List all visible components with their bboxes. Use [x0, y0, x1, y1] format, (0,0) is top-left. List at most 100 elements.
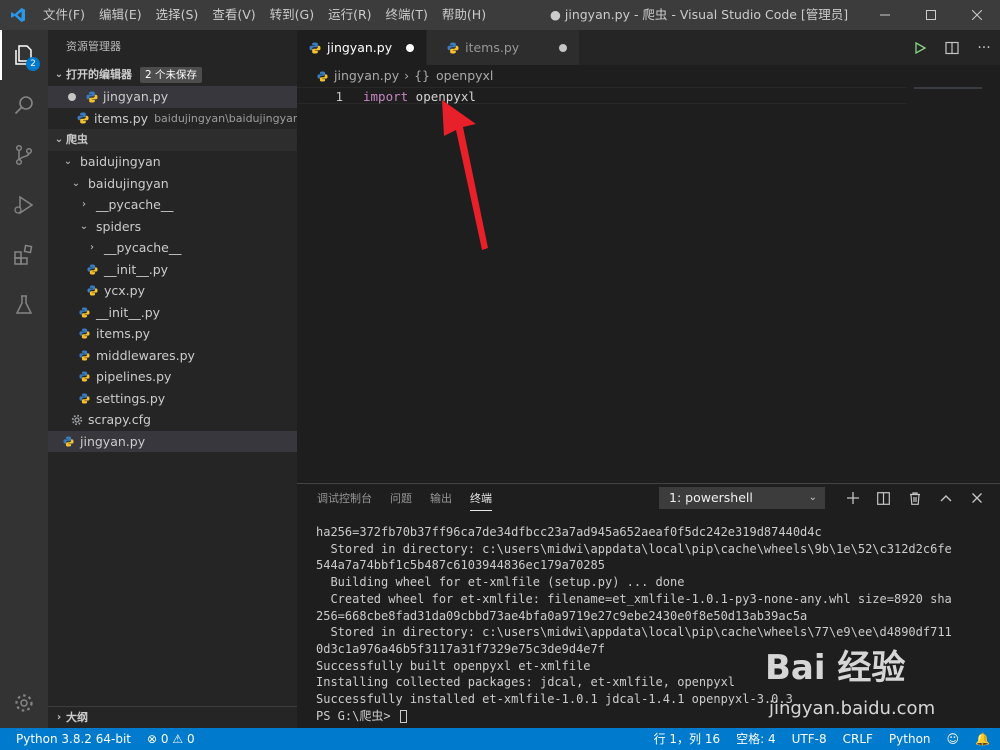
tree-item-label: spiders: [96, 218, 142, 234]
tree-folder[interactable]: ⌄ spiders: [48, 216, 297, 238]
terminal-line: Building wheel for et-xmlfile (setup.py)…: [316, 575, 685, 590]
title-bar: 文件(F) 编辑(E) 选择(S) 查看(V) 转到(G) 运行(R) 终端(T…: [0, 0, 1000, 30]
sidebar-title: 资源管理器: [66, 40, 121, 53]
editor-actions: ···: [904, 30, 1000, 65]
status-bar: Python 3.8.2 64-bit ⊗ 0 ⚠ 0 行 1，列 16 空格:…: [0, 728, 1000, 750]
python-file-icon: [309, 42, 321, 54]
tree-folder[interactable]: › __pycache__: [48, 194, 297, 216]
tree-file[interactable]: settings.py: [48, 388, 297, 410]
tree-file[interactable]: scrapy.cfg: [48, 409, 297, 431]
line-number: 1: [335, 89, 343, 104]
outline-header[interactable]: › 大纲: [48, 706, 297, 728]
menu-terminal[interactable]: 终端(T): [379, 0, 435, 30]
tree-item-label: scrapy.cfg: [88, 412, 151, 427]
breadcrumb-symbol[interactable]: openpyxl: [436, 65, 493, 87]
encoding[interactable]: UTF-8: [784, 728, 835, 750]
testing-flask-icon[interactable]: [0, 280, 48, 330]
tree-file[interactable]: items.py: [48, 323, 297, 345]
tree-file-selected[interactable]: jingyan.py: [48, 430, 297, 452]
tab-debug-console[interactable]: 调试控制台: [317, 486, 372, 510]
maximize-button[interactable]: [908, 0, 954, 30]
feedback-smiley-icon[interactable]: ☺: [939, 728, 968, 750]
unsaved-dot-icon[interactable]: [559, 43, 568, 52]
more-actions-icon[interactable]: ···: [968, 40, 1000, 56]
editor-tabs: jingyan.py items.py: [297, 30, 1000, 65]
tree-item-label: settings.py: [96, 390, 166, 406]
window-title: ● jingyan.py - 爬虫 - Visual Studio Code […: [550, 7, 849, 22]
extensions-icon[interactable]: [0, 230, 48, 280]
tree-file[interactable]: ycx.py: [48, 280, 297, 302]
problems-summary[interactable]: ⊗ 0 ⚠ 0: [139, 728, 203, 750]
tree-file[interactable]: middlewares.py: [48, 345, 297, 367]
menu-edit[interactable]: 编辑(E): [92, 0, 149, 30]
close-button[interactable]: [954, 0, 1000, 30]
tree-folder[interactable]: › __pycache__: [48, 237, 297, 259]
chevron-right-icon: ›: [56, 711, 62, 723]
code-keyword: import: [363, 89, 409, 104]
maximize-panel-icon[interactable]: [930, 487, 961, 509]
tab-label: items.py: [465, 40, 520, 55]
manage-gear-icon[interactable]: [0, 678, 48, 728]
language-mode[interactable]: Python: [881, 728, 939, 750]
chevron-down-icon: ⌄: [54, 69, 64, 80]
explorer-icon[interactable]: 2: [0, 30, 48, 80]
unsaved-dot-icon[interactable]: [406, 43, 415, 52]
python-interpreter[interactable]: Python 3.8.2 64-bit: [0, 728, 139, 750]
file-tree: ⌄ baidujingyan ⌄ baidujingyan › __pycache__…: [48, 151, 297, 452]
code-editor[interactable]: 1 import openpyxl: [297, 87, 1000, 483]
tab-output[interactable]: 输出: [430, 486, 452, 510]
menu-go[interactable]: 转到(G): [263, 0, 321, 30]
tree-file[interactable]: __init__.py: [48, 302, 297, 324]
run-debug-icon[interactable]: [0, 180, 48, 230]
status-right: 行 1，列 16 空格: 4 UTF-8 CRLF Python ☺ 🔔: [646, 728, 1000, 750]
unsaved-dot-icon[interactable]: [68, 92, 76, 101]
unsaved-count-badge: 2 个未保存: [140, 67, 203, 83]
menu-view[interactable]: 查看(V): [205, 0, 262, 30]
terminal-line: Created wheel for et-xmlfile: filename=e…: [316, 591, 952, 606]
workspace-label: 爬虫: [66, 133, 88, 146]
chevron-right-icon: ›: [90, 242, 94, 253]
split-editor-icon[interactable]: [936, 41, 968, 55]
tree-folder[interactable]: ⌄ baidujingyan: [48, 151, 297, 173]
cursor-position[interactable]: 行 1，列 16: [646, 728, 729, 750]
breadcrumb-file[interactable]: jingyan.py: [334, 65, 399, 87]
close-panel-icon[interactable]: [961, 487, 992, 509]
menu-help[interactable]: 帮助(H): [435, 0, 493, 30]
indentation[interactable]: 空格: 4: [728, 728, 784, 750]
minimap[interactable]: [914, 87, 982, 89]
open-editors-header[interactable]: ⌄ 打开的编辑器 2 个未保存: [48, 64, 297, 86]
tab-problems[interactable]: 问题: [390, 486, 412, 510]
menu-run[interactable]: 运行(R): [321, 0, 378, 30]
open-editor-item[interactable]: jingyan.py: [48, 86, 297, 108]
tree-file[interactable]: __init__.py: [48, 259, 297, 281]
new-terminal-icon[interactable]: [837, 487, 868, 509]
panel-actions: [837, 487, 992, 509]
terminal-select[interactable]: 1: powershell ⌄: [659, 487, 825, 509]
search-icon[interactable]: [0, 80, 48, 130]
tree-item-label: pipelines.py: [96, 369, 172, 384]
source-control-icon[interactable]: [0, 130, 48, 180]
terminal-output[interactable]: ha256=372fb70b37ff96ca7de34dfbcc23a7ad94…: [297, 512, 1000, 724]
end-of-line[interactable]: CRLF: [835, 728, 881, 750]
workspace-header[interactable]: ⌄ 爬虫: [48, 129, 297, 151]
menu-file[interactable]: 文件(F): [36, 0, 92, 30]
notifications-bell-icon[interactable]: 🔔: [967, 728, 1000, 750]
tree-file[interactable]: pipelines.py: [48, 366, 297, 388]
panel-tabs: 调试控制台 问题 输出 终端 1: powershell ⌄: [297, 484, 1000, 512]
open-editor-item[interactable]: items.py baidujingyan\baidujingyan: [48, 108, 297, 130]
tab-terminal[interactable]: 终端: [470, 486, 492, 511]
python-file-icon: [78, 349, 91, 362]
split-terminal-icon[interactable]: [868, 487, 899, 509]
tab-jingyan-py[interactable]: jingyan.py: [297, 30, 428, 65]
python-file-icon: [317, 70, 328, 82]
minimize-button[interactable]: [862, 0, 908, 30]
terminal-line: 256=668cbe8fad31da09cbbd73ae4bfa0a9719e2…: [316, 608, 808, 623]
tab-items-py[interactable]: items.py: [427, 30, 581, 65]
trash-icon[interactable]: [899, 487, 930, 509]
menu-selection[interactable]: 选择(S): [149, 0, 206, 30]
run-python-file-icon[interactable]: [904, 41, 936, 54]
python-file-icon: [77, 112, 89, 125]
terminal-prompt-line: PS G:\爬虫>: [316, 708, 1000, 725]
python-file-icon: [85, 90, 98, 103]
tree-folder[interactable]: ⌄ baidujingyan: [48, 173, 297, 195]
